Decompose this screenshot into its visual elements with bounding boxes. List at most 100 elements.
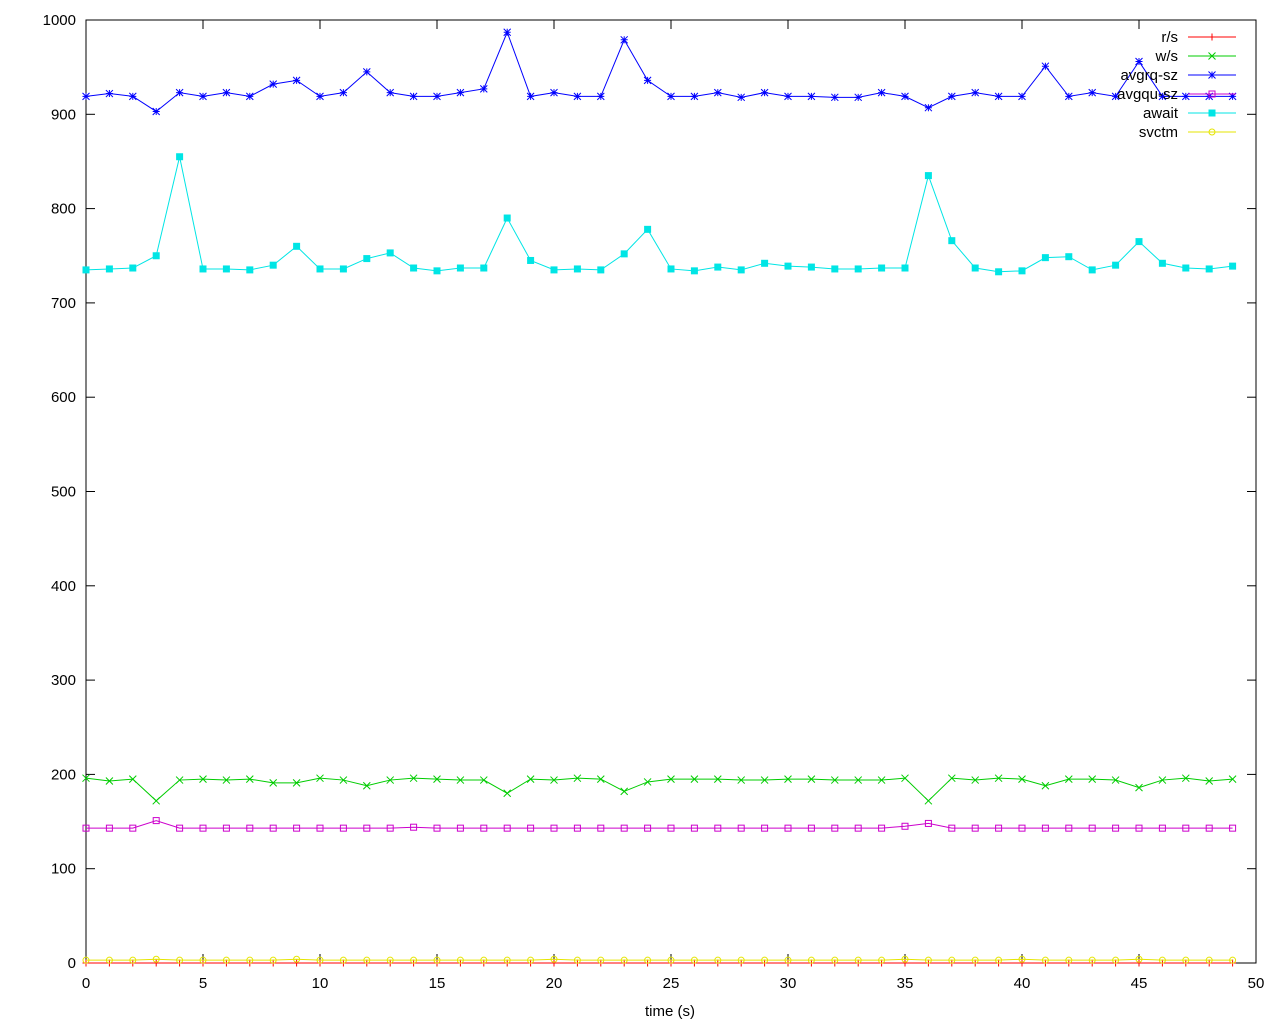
legend-swatch-marker [1208, 109, 1216, 117]
data-point [1088, 88, 1097, 97]
data-point [597, 266, 605, 274]
data-point [339, 265, 347, 273]
x-tick-label: 45 [1131, 975, 1148, 992]
legend-swatch-marker [1208, 71, 1216, 79]
data-point [550, 88, 558, 97]
data-point [877, 88, 886, 97]
series-avgqu-sz [82, 817, 1237, 832]
data-point [269, 80, 278, 88]
data-point [713, 88, 722, 97]
data-point [994, 92, 1003, 101]
data-point [316, 265, 324, 273]
series-line [85, 777, 1233, 802]
data-point [573, 265, 581, 273]
data-point [784, 262, 792, 270]
data-point [176, 153, 184, 161]
data-point [129, 264, 137, 272]
data-point [1065, 253, 1073, 261]
data-point [995, 268, 1003, 276]
data-point [152, 252, 160, 260]
data-point [409, 92, 418, 101]
y-tick-label: 0 [68, 955, 76, 972]
y-tick-label: 500 [51, 484, 76, 501]
data-point [339, 88, 348, 97]
data-point [1088, 266, 1096, 274]
data-point [1018, 267, 1026, 275]
data-point [924, 172, 932, 180]
data-point [573, 92, 582, 101]
legend-label: avgqu-sz [1117, 86, 1178, 103]
data-point [105, 89, 114, 98]
legend-label: w/s [1155, 48, 1179, 65]
data-point [82, 266, 90, 274]
data-point [1135, 783, 1143, 792]
legend-label: avgrq-sz [1120, 67, 1178, 84]
x-axis-label: time (s) [645, 1003, 695, 1020]
data-point [222, 265, 230, 273]
data-point [363, 255, 371, 263]
data-point [245, 92, 254, 101]
data-point [293, 242, 301, 250]
data-point [128, 92, 137, 101]
x-tick-label: 35 [897, 975, 914, 992]
data-point [503, 214, 511, 222]
data-point [643, 76, 652, 85]
data-point [948, 237, 956, 245]
y-tick-label: 1000 [43, 12, 76, 29]
data-point [620, 250, 628, 258]
x-tick-label: 50 [1248, 975, 1265, 992]
data-point [1041, 254, 1049, 262]
data-point [830, 93, 839, 102]
series-line [85, 156, 1233, 273]
data-point [433, 267, 441, 275]
data-point [737, 93, 746, 102]
data-point [503, 28, 512, 37]
x-tick-label: 15 [429, 975, 446, 992]
data-point [550, 266, 558, 274]
data-point [620, 787, 629, 796]
y-tick-label: 200 [51, 766, 76, 783]
x-tick-label: 5 [199, 975, 207, 992]
data-point [807, 263, 815, 271]
legend-label: await [1143, 105, 1179, 122]
data-point [1135, 57, 1143, 66]
plot-frame [85, 19, 1257, 964]
line-chart: 0 100 200 300 400 500 600 700 800 900 1000 0 5 10 15 20… [0, 0, 1280, 1024]
data-point [152, 107, 161, 116]
data-point [526, 92, 535, 101]
data-point [503, 789, 512, 798]
series-line [85, 30, 1233, 113]
data-point [433, 92, 441, 101]
data-point [527, 256, 535, 264]
data-point [971, 88, 980, 97]
data-point [199, 92, 207, 101]
data-point [831, 265, 839, 273]
legend-label: r/s [1161, 29, 1178, 46]
data-point [596, 92, 605, 101]
data-point [854, 93, 863, 102]
series-svctm [82, 955, 1237, 964]
data-point [807, 92, 816, 101]
series-w-s [82, 774, 1237, 805]
x-tick-label: 10 [312, 975, 329, 992]
data-point [1135, 238, 1143, 246]
data-point [760, 88, 769, 97]
data-point [690, 92, 699, 101]
data-point [222, 88, 231, 97]
data-point [1041, 781, 1050, 790]
data-point [479, 84, 488, 93]
data-point [620, 35, 629, 44]
y-tick-label: 100 [51, 861, 76, 878]
data-point [82, 92, 90, 101]
series-line [86, 820, 1233, 829]
data-point [175, 88, 184, 97]
data-point [714, 263, 722, 271]
data-point [246, 266, 254, 274]
data-point [1182, 264, 1190, 272]
chart-canvas: 0 100 200 300 400 500 600 700 800 900 1000 0 5 10 15 20… [43, 12, 1265, 1020]
data-point [644, 225, 652, 233]
data-point [784, 92, 792, 101]
data-point [971, 264, 979, 272]
data-point [878, 264, 886, 272]
data-point [386, 249, 394, 257]
